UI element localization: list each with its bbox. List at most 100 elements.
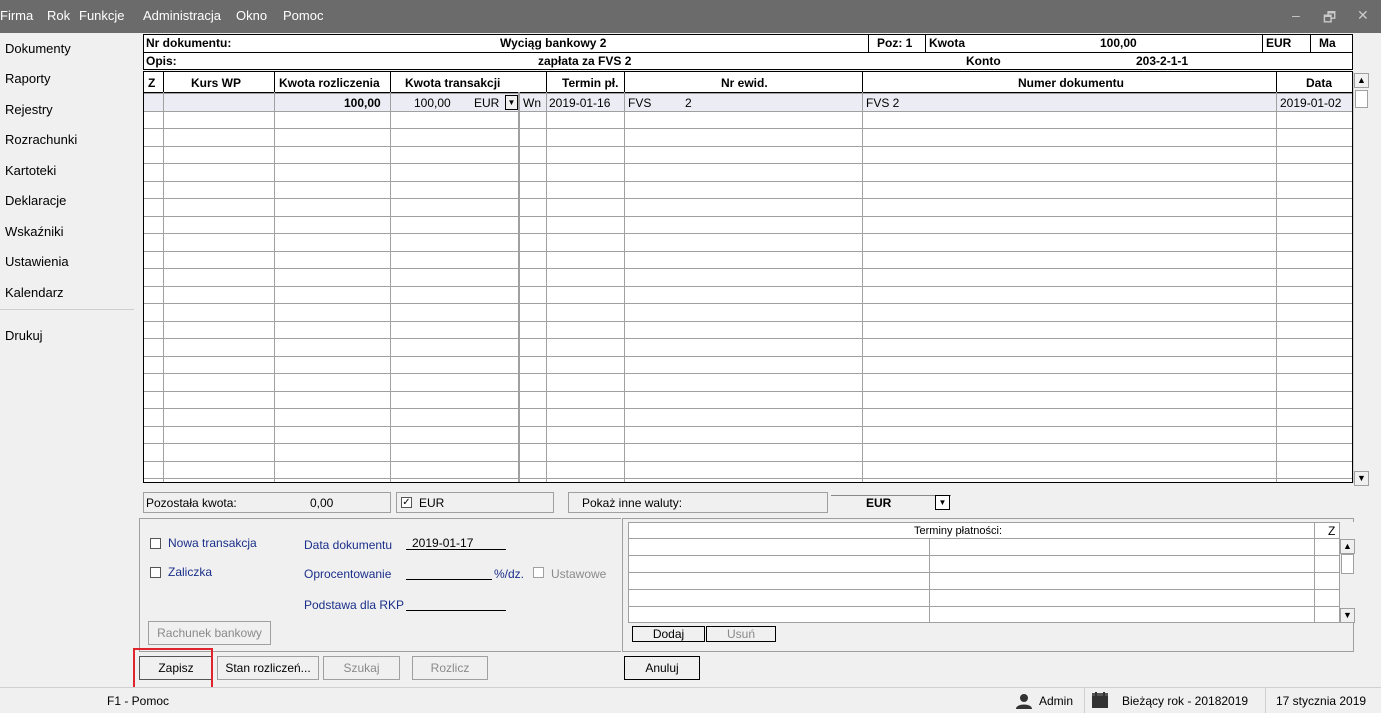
table-row-line [144,93,1352,94]
column-kwota-transakcji[interactable]: Kwota transakcji [405,76,500,90]
table-column-line [163,92,164,482]
rozlicz-button[interactable]: Rozlicz [412,656,488,680]
row-data[interactable]: 2019-01-02 [1280,96,1341,110]
table-row-line [144,216,1352,217]
sidebar: Dokumenty Raporty Rejestry Rozrachunki K… [0,33,134,687]
sidebar-item-deklaracje[interactable]: Deklaracje [5,193,66,208]
menu-bar: Firma Rok Funkcje Administracja Okno Pom… [0,0,1381,33]
column-kurs-wp[interactable]: Kurs WP [191,76,241,90]
document-panel: Nr dokumentu: Wyciąg bankowy 2 Poz: 1 Kw… [134,33,1381,687]
row-nr-ewid-number[interactable]: 2 [685,96,692,110]
table-row[interactable] [144,94,1352,112]
sidebar-item-ustawienia[interactable]: Ustawienia [5,254,69,269]
table-column-line [862,92,863,482]
table-column-line [390,92,391,482]
ustawowe-checkbox[interactable] [533,567,544,578]
chevron-down-icon[interactable]: ▼ [935,495,950,510]
nowa-transakcja-checkbox[interactable] [150,538,161,549]
terms-scroll-up-icon[interactable]: ▲ [1340,539,1355,554]
column-data[interactable]: Data [1306,76,1332,90]
currency-label: EUR [1266,36,1292,50]
data-dokumentu-field[interactable]: 2019-01-17 [412,536,473,550]
close-icon[interactable]: ✕ [1357,7,1369,24]
sidebar-item-rozrachunki[interactable]: Rozrachunki [5,132,77,147]
sidebar-item-kalendarz[interactable]: Kalendarz [5,285,64,300]
row-wn[interactable]: Wn [523,96,541,110]
user-icon [1015,693,1033,709]
menu-pomoc[interactable]: Pomoc [283,8,323,23]
scroll-thumb[interactable] [1355,90,1368,108]
currency-dropdown-icon[interactable]: ▼ [505,95,518,110]
opis-label: Opis: [146,54,177,68]
sidebar-item-kartoteki[interactable]: Kartoteki [5,163,56,178]
menu-administracja[interactable]: Administracja [143,8,221,23]
oprocentowanie-label: Oprocentowanie [304,567,392,581]
restore-icon[interactable]: 🗗 [1323,7,1336,31]
table-row-line [144,461,1352,462]
eur-checkbox[interactable]: ✓ [401,497,412,508]
zaliczka-checkbox[interactable] [150,567,161,578]
row-numer-dokumentu[interactable]: FVS 2 [866,96,899,110]
stan-rozliczen-button[interactable]: Stan rozliczeń... [217,656,319,680]
sidebar-item-wskazniki[interactable]: Wskaźniki [5,224,64,239]
currency-select-value[interactable]: EUR [866,496,891,510]
kwota-value: 100,00 [1100,36,1137,50]
usun-button[interactable]: Usuń [706,626,776,642]
konto-value: 203-2-1-1 [1136,54,1189,68]
current-year: Bieżący rok - 20182019 [1122,694,1249,708]
dodaj-button[interactable]: Dodaj [632,626,705,642]
row-termin[interactable]: 2019-01-16 [549,96,610,110]
table-row-line [144,391,1352,392]
table-column-line [519,92,520,482]
scroll-up-icon[interactable]: ▲ [1354,73,1369,88]
row-waluta[interactable]: EUR [474,96,499,110]
table-row-line [144,286,1352,287]
podstawa-rkp-field[interactable] [406,610,506,611]
table-row-line [144,163,1352,164]
data-dokumentu-label: Data dokumentu [304,538,393,552]
column-kwota-rozliczenia[interactable]: Kwota rozliczenia [279,76,380,90]
row-kwota-transakcji[interactable]: 100,00 [414,96,451,110]
row-nr-ewid-prefix[interactable]: FVS [628,96,651,110]
oprocentowanie-field[interactable] [406,579,492,580]
table-row-line [144,303,1352,304]
table-row-line [144,111,1352,112]
menu-okno[interactable]: Okno [236,8,267,23]
anuluj-button[interactable]: Anuluj [624,656,700,680]
table-row-line [144,198,1352,199]
rachunek-bankowy-button[interactable]: Rachunek bankowy [148,621,271,645]
menu-rok[interactable]: Rok [47,8,70,23]
konto-label: Konto [966,54,1001,68]
column-numer-dokumentu[interactable]: Numer dokumentu [1018,76,1124,90]
column-termin[interactable]: Termin pł. [562,76,618,90]
minimize-icon[interactable]: – [1292,7,1300,23]
sidebar-item-raporty[interactable]: Raporty [5,71,51,86]
table-row-line [144,478,1352,479]
table-row-line [144,356,1352,357]
table-column-line [546,92,547,482]
table-row-line [144,338,1352,339]
column-z[interactable]: Z [148,76,155,90]
table-scrollbar[interactable] [1353,72,1371,483]
row-kwota-rozliczenia[interactable]: 100,00 [344,96,381,110]
table-column-line [274,92,275,482]
sidebar-item-rejestry[interactable]: Rejestry [5,102,53,117]
table-row-line [144,373,1352,374]
szukaj-button[interactable]: Szukaj [323,656,400,680]
terms-scroll-thumb[interactable] [1341,554,1354,574]
sidebar-item-dokumenty[interactable]: Dokumenty [5,41,71,56]
zaliczka-label[interactable]: Zaliczka [168,565,212,579]
table-row-line [144,181,1352,182]
table-row-line [144,251,1352,252]
sidebar-item-drukuj[interactable]: Drukuj [5,328,43,343]
nowa-transakcja-label[interactable]: Nowa transakcja [168,536,257,550]
table-column-line [1276,92,1277,482]
menu-firma[interactable]: Firma [0,8,33,23]
menu-funkcje[interactable]: Funkcje [79,8,125,23]
table-row-line [144,408,1352,409]
terms-scroll-down-icon[interactable]: ▼ [1340,608,1355,623]
current-date: 17 stycznia 2019 [1276,694,1367,708]
document-name: Wyciąg bankowy 2 [500,36,607,50]
column-nr-ewid[interactable]: Nr ewid. [721,76,768,90]
scroll-down-icon[interactable]: ▼ [1354,471,1369,486]
